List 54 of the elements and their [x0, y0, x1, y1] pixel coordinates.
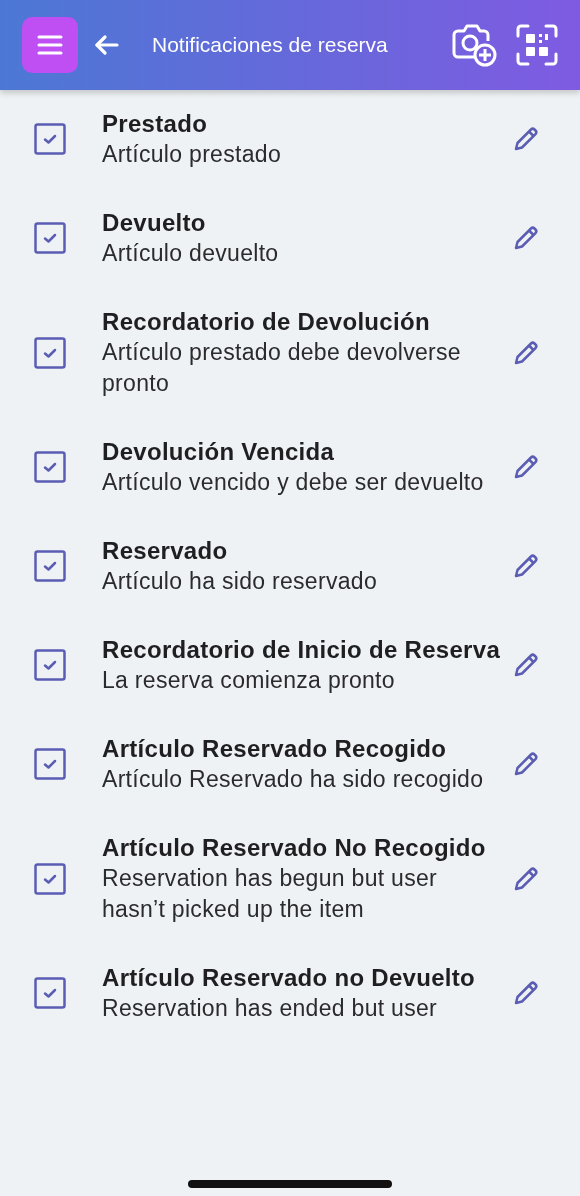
notification-title: Devuelto: [102, 208, 207, 238]
edit-button[interactable]: [512, 979, 540, 1007]
camera-plus-icon: [452, 23, 498, 67]
notification-description: Artículo Reservado ha sido recogido: [102, 765, 485, 794]
notification-description: Artículo vencido y debe ser devuelto: [102, 468, 485, 497]
edit-button[interactable]: [512, 224, 540, 252]
notification-title: Artículo Reservado no Devuelto: [102, 963, 477, 993]
back-arrow-icon: [94, 34, 120, 56]
pencil-icon: [512, 338, 540, 367]
notification-title: Reservado: [102, 536, 229, 566]
notification-description: Reservation has begun but user hasn’t picked up the item: [102, 864, 439, 924]
pencil-icon: [512, 651, 540, 679]
checkbox[interactable]: [34, 222, 66, 254]
pencil-icon: [512, 552, 540, 580]
add-photo-button[interactable]: [452, 23, 498, 67]
qr-scan-icon: [516, 24, 558, 66]
pencil-icon: [512, 224, 540, 252]
notification-title: Recordatorio de Inicio de Reserva: [102, 635, 502, 665]
notification-description: Artículo prestado: [102, 140, 282, 169]
notification-title: Devolución Vencida: [102, 437, 336, 467]
edit-button[interactable]: [512, 750, 540, 778]
notification-description: Artículo devuelto: [102, 239, 280, 268]
checkbox[interactable]: [34, 748, 66, 780]
notification-description: Artículo prestado debe devolverse pronto: [102, 338, 462, 398]
back-button[interactable]: [94, 34, 120, 56]
checkbox[interactable]: [34, 862, 66, 895]
edit-button[interactable]: [512, 338, 540, 367]
checkbox[interactable]: [34, 550, 66, 582]
pencil-icon: [512, 453, 540, 481]
pencil-icon: [512, 864, 540, 893]
screen-title: Notificaciones de reserva: [152, 33, 389, 57]
edit-button[interactable]: [512, 864, 540, 893]
edit-button[interactable]: [512, 651, 540, 679]
qr-scan-button[interactable]: [516, 24, 558, 66]
edit-button[interactable]: [512, 552, 540, 580]
edit-button[interactable]: [512, 125, 540, 153]
menu-icon: [37, 34, 63, 56]
checkbox[interactable]: [34, 977, 66, 1009]
notification-description: Artículo ha sido reservado: [102, 567, 378, 596]
notification-title: Recordatorio de Devolución: [102, 307, 431, 337]
pencil-icon: [512, 979, 540, 1007]
menu-button[interactable]: [22, 17, 78, 73]
pencil-icon: [512, 125, 540, 153]
checkbox[interactable]: [34, 649, 66, 681]
notification-title: Prestado: [102, 109, 209, 139]
checkbox[interactable]: [34, 123, 66, 155]
notification-description: La reserva comienza pronto: [102, 666, 396, 695]
edit-button[interactable]: [512, 453, 540, 481]
checkbox[interactable]: [34, 451, 66, 483]
pencil-icon: [512, 750, 540, 778]
notification-title: Artículo Reservado Recogido: [102, 734, 448, 764]
notification-title: Artículo Reservado No Recogido: [102, 833, 487, 863]
checkbox[interactable]: [34, 336, 66, 369]
notification-description: Reservation has ended but user: [102, 994, 439, 1023]
